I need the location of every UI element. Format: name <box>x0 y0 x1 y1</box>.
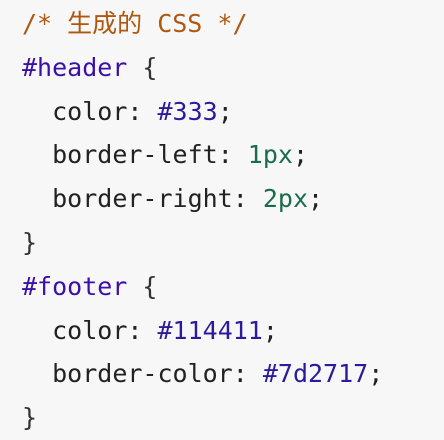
value: #114411 <box>157 315 263 345</box>
declaration: border-color: #7d2717; <box>52 359 384 389</box>
code-block: /* 生成的 CSS */ #header { color: #333; bord… <box>0 0 444 440</box>
rule-footer-open: #footer { <box>22 271 158 301</box>
value: #7d2717 <box>262 359 369 389</box>
rule-close: } <box>22 227 38 257</box>
value: #333 <box>157 96 218 126</box>
property: color <box>52 315 128 345</box>
property: border-left <box>52 140 218 170</box>
property: border-color <box>52 359 233 389</box>
declaration: border-right: 2px; <box>52 184 324 214</box>
code-comment: /* 生成的 CSS */ <box>22 9 248 38</box>
declaration: border-left: 1px; <box>52 140 309 170</box>
declaration: color: #114411; <box>52 315 278 345</box>
declaration: color: #333; <box>52 96 233 126</box>
property: border-right <box>52 184 233 214</box>
value: 1px <box>247 140 293 170</box>
rule-header-open: #header { <box>22 52 158 82</box>
property: color <box>52 96 128 126</box>
selector: #footer <box>22 271 128 301</box>
rule-close: } <box>22 403 38 433</box>
selector: #header <box>22 52 128 82</box>
value: 2px <box>262 184 308 214</box>
